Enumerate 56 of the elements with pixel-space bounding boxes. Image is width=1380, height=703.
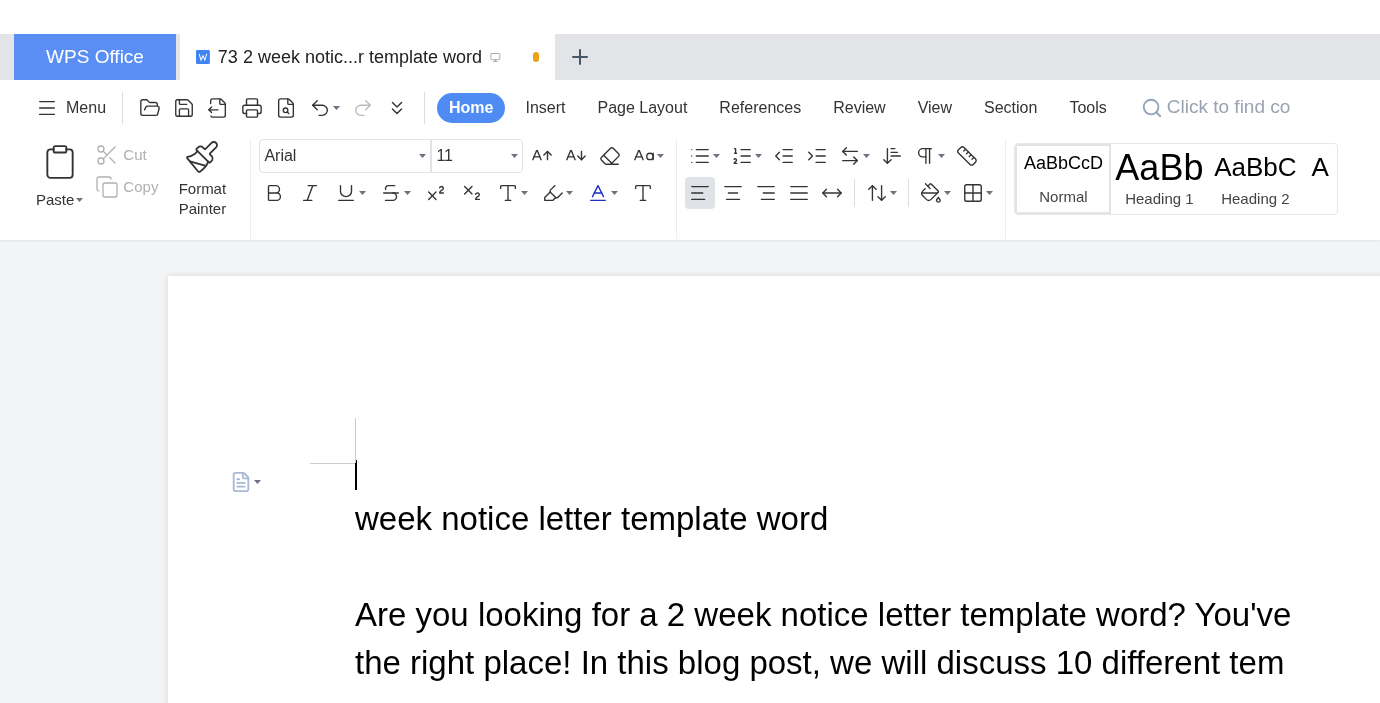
document-tab[interactable]: 73 2 week notic...r template word — [180, 34, 555, 80]
caret-icon — [657, 154, 665, 158]
menu-button[interactable]: Menu — [36, 95, 119, 120]
caret-icon — [254, 480, 261, 484]
ribbon-tab[interactable]: Section — [972, 92, 1050, 123]
caret-icon — [359, 191, 367, 195]
font-family-dropdown[interactable]: Arial — [259, 139, 432, 173]
borders-icon — [962, 182, 985, 204]
paintbrush-icon — [184, 139, 221, 175]
caret-icon — [890, 191, 898, 195]
ribbon-tab[interactable]: Insert — [513, 92, 578, 123]
ruler-icon — [956, 145, 979, 167]
paragraph-line: the right place! In this blog post, we will discuss 10 different tem — [355, 643, 1285, 683]
caret-icon — [404, 191, 412, 195]
shading-icon — [920, 182, 943, 204]
sort-icon — [881, 145, 904, 167]
search-icon — [1140, 96, 1163, 119]
style-option[interactable]: AaBbC Heading 2 — [1207, 144, 1304, 214]
caret-icon — [566, 191, 574, 195]
open-icon — [139, 96, 162, 119]
style-option[interactable]: A — [1303, 144, 1337, 214]
paragraph-menu-icon — [230, 471, 252, 493]
ribbon-tab[interactable]: Review — [821, 92, 898, 123]
caret-icon — [863, 154, 871, 158]
caret-icon — [611, 191, 619, 195]
ribbon-tab[interactable]: View — [905, 92, 965, 123]
caret-icon — [333, 105, 341, 110]
caret-icon — [76, 198, 84, 203]
document-heading: week notice letter template word — [355, 499, 829, 539]
numbering-icon — [731, 145, 754, 167]
paragraph-line: Are you looking for a 2 week notice letter template word? You've — [355, 595, 1292, 635]
caret-icon — [986, 191, 994, 195]
clear-format-icon — [599, 145, 622, 167]
format-painter-button[interactable]: Format Painter — [170, 139, 235, 219]
caret-icon — [521, 191, 529, 195]
caret-icon — [419, 154, 427, 158]
align-left-button[interactable] — [685, 177, 716, 209]
style-option[interactable]: AaBbCcD Normal — [1015, 144, 1112, 214]
save-icon — [173, 96, 196, 119]
ribbon-tab[interactable]: References — [707, 92, 814, 123]
text-cursor — [355, 460, 357, 490]
caret-icon — [944, 191, 952, 195]
tab-title: 73 2 week notic...r template word — [217, 45, 482, 69]
paste-button[interactable]: Paste — [36, 139, 84, 212]
style-option[interactable]: AaBb Heading 1 — [1111, 144, 1208, 214]
highlight-icon — [542, 182, 565, 204]
caret-icon — [755, 154, 763, 158]
caret-icon — [938, 154, 946, 158]
font-size-dropdown[interactable]: 11 — [431, 139, 524, 173]
ribbon-tab[interactable]: Tools — [1057, 92, 1119, 123]
caret-icon — [511, 154, 519, 158]
line-spacing-icon — [866, 182, 889, 204]
copy-icon — [95, 175, 120, 199]
caret-icon — [713, 154, 721, 158]
print-icon — [241, 96, 264, 119]
ribbon-tab[interactable]: Page Layout — [585, 92, 700, 123]
